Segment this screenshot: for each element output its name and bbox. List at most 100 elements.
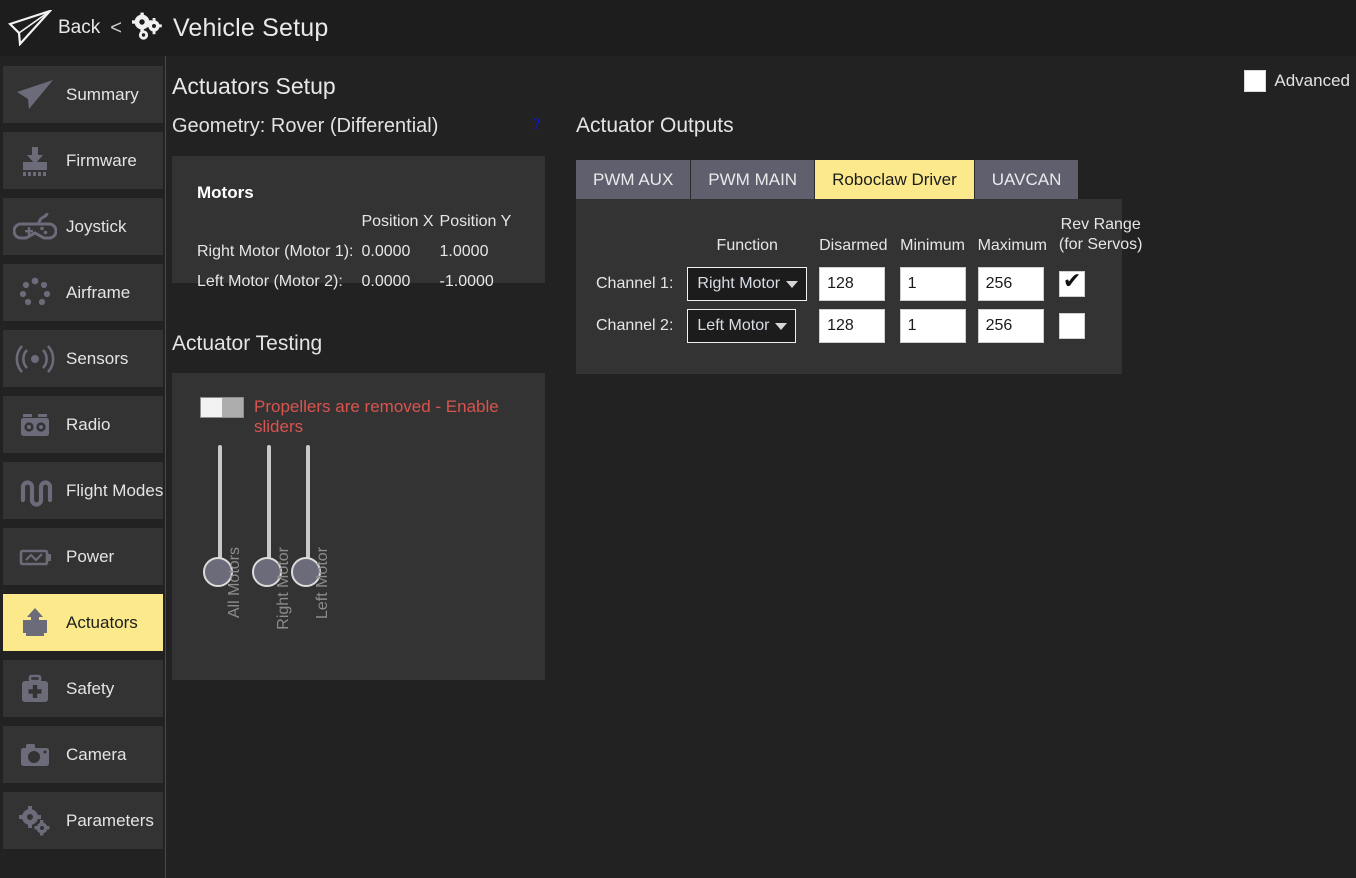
first-aid-kit-icon xyxy=(13,672,57,706)
advanced-checkbox[interactable]: Advanced xyxy=(1244,70,1350,92)
sidebar-item-label: Airframe xyxy=(66,283,130,303)
minimum-input-channel-2[interactable]: 1 xyxy=(900,309,966,343)
rev-range-checkbox-channel-1[interactable]: ✔ xyxy=(1059,271,1085,297)
slider-label: Right Motor xyxy=(275,547,293,643)
back-button[interactable]: Back xyxy=(58,17,100,39)
channel-config-table: Function Disarmed Minimum Maximum Rev Ra… xyxy=(590,215,1148,347)
sidebar-item-camera[interactable]: Camera xyxy=(3,726,163,783)
sidebar-item-safety[interactable]: Safety xyxy=(3,660,163,717)
sidebar-item-radio[interactable]: Radio xyxy=(3,396,163,453)
rev-range-line-1: Rev Range xyxy=(1059,215,1143,235)
chevron-down-icon xyxy=(775,323,787,330)
sidebar-item-label: Parameters xyxy=(66,811,154,831)
motors-panel-title: Motors xyxy=(197,183,254,203)
sidebar-item-sensors[interactable]: Sensors xyxy=(3,330,163,387)
table-row: Channel 2: Left Motor 128 1 256 xyxy=(590,305,1148,347)
motor-position-x: 0.0000 xyxy=(361,273,439,303)
sidebar-item-label: Sensors xyxy=(66,349,128,369)
function-dropdown-value: Right Motor xyxy=(697,275,780,293)
check-icon: ✔ xyxy=(1063,268,1081,294)
toggle-knob xyxy=(201,398,222,417)
table-row: Channel 1: Right Motor 128 1 256 xyxy=(590,263,1148,305)
maximum-input-channel-2[interactable]: 256 xyxy=(978,309,1044,343)
vehicle-setup-window: Back < Vehicle Setup xyxy=(0,0,1356,878)
sidebar-item-power[interactable]: Power xyxy=(3,528,163,585)
sidebar-item-label: Safety xyxy=(66,679,114,699)
enable-sliders-toggle[interactable] xyxy=(200,397,244,418)
tab-uavcan[interactable]: UAVCAN xyxy=(975,160,1079,199)
actuator-outputs-title: Actuator Outputs xyxy=(576,114,734,138)
slider-label: All Motors xyxy=(226,547,244,643)
gears-icon xyxy=(13,804,57,838)
disarmed-input-channel-2[interactable]: 128 xyxy=(819,309,885,343)
tab-pwm-aux[interactable]: PWM AUX xyxy=(576,160,691,199)
sidebar-item-flight-modes[interactable]: Flight Modes xyxy=(3,462,163,519)
geometry-help-icon[interactable]: ? xyxy=(533,116,540,134)
column-header-disarmed: Disarmed xyxy=(813,215,893,263)
column-header-function: Function xyxy=(681,215,813,263)
geometry-label: Geometry: Rover (Differential) xyxy=(172,115,438,138)
signal-waves-icon xyxy=(13,342,57,376)
actuator-testing-panel: Propellers are removed - Enable sliders … xyxy=(172,373,545,680)
paper-plane-icon[interactable] xyxy=(8,10,52,46)
column-header-maximum: Maximum xyxy=(972,215,1053,263)
table-header-row: Function Disarmed Minimum Maximum Rev Ra… xyxy=(590,215,1148,263)
function-dropdown-value: Left Motor xyxy=(697,317,769,335)
rev-range-checkbox-channel-2[interactable] xyxy=(1059,313,1085,339)
slider-track[interactable] xyxy=(218,445,222,575)
tab-roboclaw-driver[interactable]: Roboclaw Driver xyxy=(815,160,975,199)
table-row: Right Motor (Motor 1): 0.0000 1.0000 xyxy=(197,243,517,273)
sidebar-item-label: Flight Modes xyxy=(66,481,163,501)
chevron-down-icon xyxy=(786,281,798,288)
column-header-position-x: Position X xyxy=(361,213,439,243)
advanced-checkbox-box[interactable] xyxy=(1244,70,1266,92)
motors-table: Position X Position Y Right Motor (Motor… xyxy=(197,213,517,303)
sidebar-item-label: Joystick xyxy=(66,217,126,237)
tab-pwm-main[interactable]: PWM MAIN xyxy=(691,160,815,199)
function-dropdown-channel-2[interactable]: Left Motor xyxy=(687,309,796,343)
motor-position-y: 1.0000 xyxy=(440,243,518,273)
page-title: Vehicle Setup xyxy=(173,14,329,43)
function-dropdown-channel-1[interactable]: Right Motor xyxy=(687,267,807,301)
sidebar-item-label: Power xyxy=(66,547,114,567)
setup-sidebar: Summary Firmware xyxy=(0,56,166,878)
camera-icon xyxy=(13,738,57,772)
gears-icon xyxy=(130,12,164,44)
sidebar-item-label: Firmware xyxy=(66,151,137,171)
motor-position-x: 0.0000 xyxy=(361,243,439,273)
motor-name: Left Motor (Motor 2): xyxy=(197,273,361,303)
output-tabs: PWM AUX PWM MAIN Roboclaw Driver UAVCAN xyxy=(576,160,1078,199)
actuator-testing-title: Actuator Testing xyxy=(172,332,322,356)
maximum-input-channel-1[interactable]: 256 xyxy=(978,267,1044,301)
sidebar-item-actuators[interactable]: Actuators xyxy=(3,594,163,651)
sidebar-item-firmware[interactable]: Firmware xyxy=(3,132,163,189)
minimum-input-channel-1[interactable]: 1 xyxy=(900,267,966,301)
output-config-panel: Function Disarmed Minimum Maximum Rev Ra… xyxy=(576,199,1122,374)
sidebar-item-airframe[interactable]: Airframe xyxy=(3,264,163,321)
sidebar-item-parameters[interactable]: Parameters xyxy=(3,792,163,849)
actuator-icon xyxy=(13,606,57,640)
sidebar-item-label: Actuators xyxy=(66,613,138,633)
paper-plane-icon xyxy=(13,78,57,112)
column-header-minimum: Minimum xyxy=(894,215,972,263)
motors-panel: Motors Position X Position Y Right Motor… xyxy=(172,156,545,283)
sidebar-item-label: Summary xyxy=(66,85,139,105)
download-chip-icon xyxy=(13,144,57,178)
page-heading: Actuators Setup xyxy=(172,73,336,100)
column-header-position-y: Position Y xyxy=(440,213,518,243)
slider-label: Left Motor xyxy=(314,547,332,643)
table-header-row: Position X Position Y xyxy=(197,213,517,243)
sidebar-item-summary[interactable]: Summary xyxy=(3,66,163,123)
rev-range-line-2: (for Servos) xyxy=(1059,235,1143,255)
gamepad-icon xyxy=(13,210,57,244)
sidebar-item-joystick[interactable]: Joystick xyxy=(3,198,163,255)
sidebar-item-label: Radio xyxy=(66,415,110,435)
motor-position-y: -1.0000 xyxy=(440,273,518,303)
slider-track[interactable] xyxy=(267,445,271,575)
disarmed-input-channel-1[interactable]: 128 xyxy=(819,267,885,301)
breadcrumb-separator-icon: < xyxy=(110,17,122,40)
sidebar-item-label: Camera xyxy=(66,745,126,765)
slider-track[interactable] xyxy=(306,445,310,575)
setup-content: Advanced Actuators Setup Geometry: Rover… xyxy=(167,56,1356,878)
rc-transmitter-icon xyxy=(13,408,57,442)
